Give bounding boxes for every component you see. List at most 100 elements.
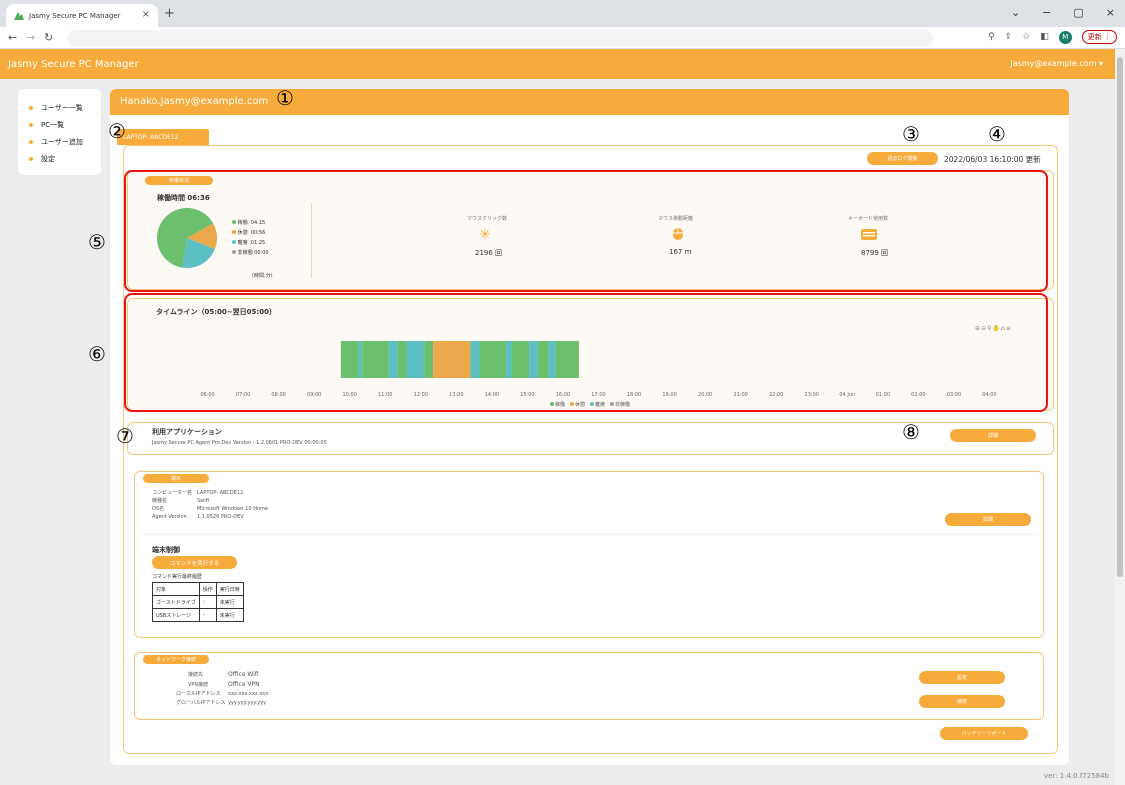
apps-title: 利用アプリケーション [152, 428, 222, 436]
info-value: xxx.xxx.xxx.xxx [228, 691, 269, 697]
info-row: Agent Version 1.1.0526 PRO-DEV [152, 513, 268, 521]
annotation-box-timeline [124, 293, 1048, 412]
app-version: ver: 1.4.0.f72584b [1044, 772, 1109, 780]
close-tab-icon[interactable]: × [142, 9, 150, 20]
update-label: 更新 [1087, 33, 1102, 41]
network-info: 接続先 Office Wifi VPN接続 Office VPN ローカルIPアドレ… [176, 670, 268, 708]
table-cell: 未実行 [215, 595, 244, 609]
table-header: 操作 [198, 582, 217, 596]
log-history-button[interactable]: 過去ログ閲覧 [867, 152, 938, 165]
annotation-marker: ④ [988, 122, 1006, 146]
annotation-box-status [124, 170, 1048, 292]
sidebar: ユーザー一覧 PC一覧 ユーザー追加 設定 [18, 89, 101, 175]
window-close-icon[interactable]: × [1106, 6, 1115, 19]
sidebar-item-label: ユーザー追加 [41, 137, 83, 146]
bullet-icon [29, 105, 33, 110]
annotation-marker: ③ [902, 122, 920, 146]
table-row: ゴーストドライブ - 未実行 [152, 595, 244, 609]
sidebar-item-settings[interactable]: 設定 [18, 150, 101, 167]
info-row: OS名 Microsoft Windows 10 Home [152, 505, 268, 513]
agent-version-line: Jasmy Secure PC Agent Pro Dev Version : … [152, 440, 327, 446]
annotation-marker: ⑧ [902, 420, 920, 444]
info-value: yyy.yyy.yyy.yyy [228, 700, 267, 706]
apps-detail-button[interactable]: 詳細 [950, 429, 1036, 442]
info-key: ローカルIPアドレス [176, 691, 221, 697]
info-value: Office VPN [228, 681, 260, 688]
reload-icon[interactable]: ↻ [44, 31, 53, 44]
divider [143, 534, 1037, 535]
info-row: 機種名 Swift [152, 497, 268, 505]
sidebar-item-label: PC一覧 [41, 120, 65, 129]
network-panel: ネットワーク接続 接続先 Office Wifi VPN接続 Office VPN … [134, 652, 1044, 720]
terminal-info: コンピューター名 LAPTOP- ABCDE12 機種名 Swift OS名 Micr… [152, 489, 268, 521]
control-title: 端末制御 [152, 546, 180, 554]
terminal-label: 端末 [143, 474, 209, 483]
side-panel-icon[interactable]: ◧ [1040, 32, 1049, 42]
profile-avatar[interactable]: M [1058, 30, 1072, 44]
browser-tab-bar: Jasmy Secure PC Manager × + ⌄ − ▢ × [0, 0, 1125, 27]
command-history-table: 対象 操作 実行日時 ゴーストドライブ - 未実行 USBストレージ - 未実行 [152, 582, 244, 622]
info-row: ローカルIPアドレス xxx.xxx.xxx.xxx [176, 690, 268, 699]
info-value: 1.1.0526 PRO-DEV [197, 514, 244, 520]
tab-title: Jasmy Secure PC Manager [29, 11, 121, 20]
zoom-icon[interactable]: ⚲ [988, 32, 995, 42]
battery-report-button[interactable]: バッテリーリポート [940, 727, 1028, 740]
table-header: 対象 [152, 582, 200, 596]
network-settings-button[interactable]: 設定 [919, 671, 1005, 684]
terminal-detail-button[interactable]: 詳細 [945, 513, 1031, 526]
run-command-button[interactable]: コマンドを実行する [152, 556, 237, 569]
info-key: コンピューター名 [152, 490, 193, 496]
bookmark-star-icon[interactable]: ☆ [1022, 32, 1030, 42]
info-value: Microsoft Windows 10 Home [197, 506, 268, 512]
address-bar: ← → ↻ ⚲ ⇪ ☆ ◧ M 更新 ⋮ [0, 27, 1125, 49]
sidebar-item-pc-list[interactable]: PC一覧 [18, 116, 101, 133]
table-cell: - [198, 595, 217, 609]
restore-icon[interactable]: ▢ [1073, 6, 1083, 19]
table-cell: ゴーストドライブ [152, 595, 200, 609]
info-row: コンピューター名 LAPTOP- ABCDE12 [152, 489, 268, 497]
bullet-icon [29, 139, 33, 144]
sidebar-item-label: ユーザー一覧 [41, 103, 83, 112]
sidebar-item-label: 設定 [41, 154, 55, 163]
user-email: Hanako.Jasmy@example.com [120, 96, 269, 107]
new-tab-icon[interactable]: + [164, 6, 175, 21]
annotation-marker: ⑤ [88, 230, 106, 254]
pc-tab[interactable]: LAPTOP- ABCDE12 [117, 129, 209, 145]
table-cell: 未実行 [215, 608, 244, 622]
minimize-icon[interactable]: − [1042, 6, 1051, 19]
info-key: OS名 [152, 506, 165, 512]
updated-timestamp: 2022/06/03 16:10:00 更新 [944, 155, 1041, 164]
account-menu[interactable]: Jasmy@example.com ▾ [1010, 59, 1103, 68]
annotation-marker: ⑦ [116, 424, 134, 448]
table-header: 実行日時 [215, 582, 244, 596]
sidebar-item-user-list[interactable]: ユーザー一覧 [18, 99, 101, 116]
forward-icon[interactable]: → [26, 31, 35, 44]
info-key: Agent Version [152, 514, 187, 520]
history-title: コマンド実行最終履歴 [152, 574, 203, 580]
url-input[interactable] [68, 30, 933, 46]
network-connect-button[interactable]: 接続 [919, 695, 1005, 708]
scrollbar-thumb[interactable] [1117, 57, 1123, 577]
table-header-row: 対象 操作 実行日時 [152, 582, 244, 596]
app-header: Jasmy Secure PC Manager Jasmy@example.co… [0, 49, 1115, 79]
share-icon[interactable]: ⇪ [1005, 32, 1013, 42]
bullet-icon [29, 156, 33, 161]
info-row: 接続先 Office Wifi [176, 670, 268, 680]
sidebar-item-add-user[interactable]: ユーザー追加 [18, 133, 101, 150]
table-cell: USBストレージ [152, 608, 200, 622]
annotation-marker: ② [108, 119, 126, 143]
back-icon[interactable]: ← [8, 31, 17, 44]
jasmy-logo-icon [14, 11, 24, 20]
page-scrollbar[interactable] [1115, 49, 1125, 785]
tab-search-icon[interactable]: ⌄ [1011, 6, 1020, 19]
info-key: 機種名 [152, 498, 168, 504]
browser-tab[interactable]: Jasmy Secure PC Manager × [6, 4, 158, 27]
update-button[interactable]: 更新 ⋮ [1081, 30, 1117, 44]
info-row: VPN接続 Office VPN [176, 680, 268, 690]
info-key: グローバルIPアドレス [176, 700, 226, 706]
table-row: USBストレージ - 未実行 [152, 608, 244, 622]
info-value: Office Wifi [228, 671, 259, 678]
info-key: 接続先 [188, 672, 204, 678]
info-key: VPN接続 [188, 682, 209, 688]
network-label: ネットワーク接続 [143, 655, 209, 664]
